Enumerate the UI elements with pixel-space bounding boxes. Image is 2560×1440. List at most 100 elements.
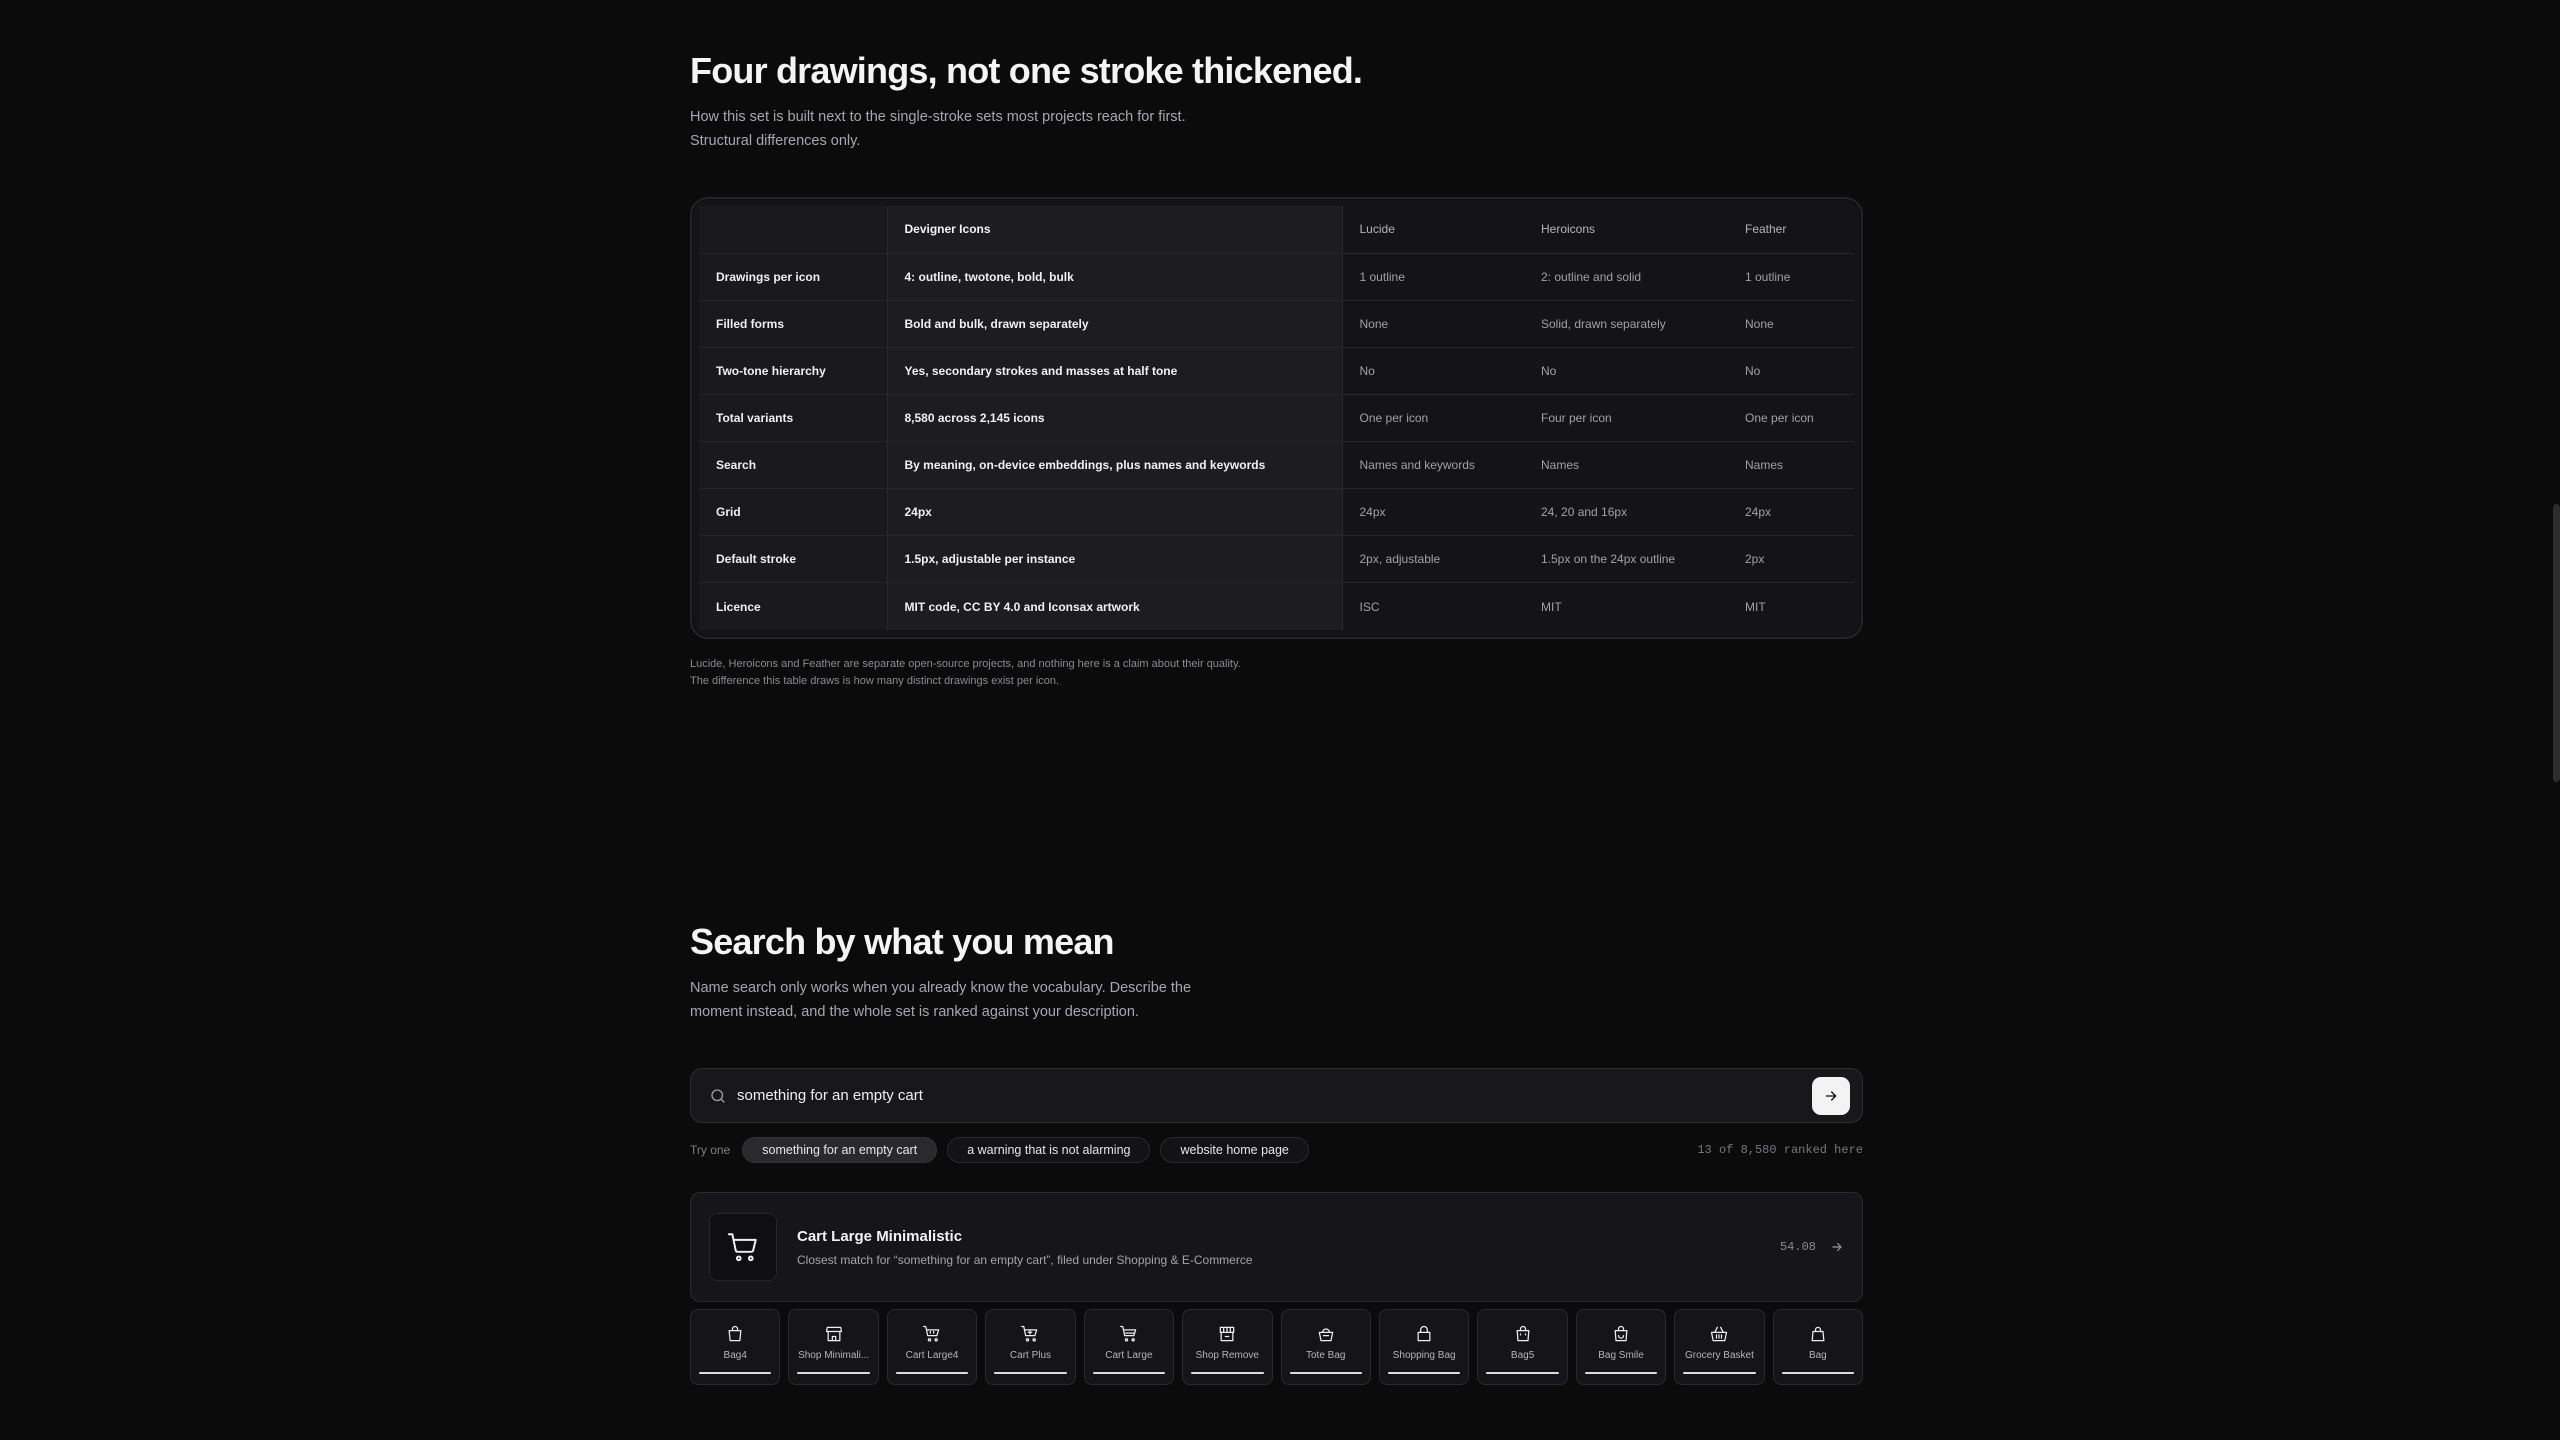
compare-lede-line-2: Structural differences only. — [690, 133, 861, 149]
compare-lede-line-1: How this set is built next to the single… — [690, 109, 1186, 125]
tile-label: Grocery Basket — [1684, 1350, 1754, 1361]
cell-devigner: Bold and bulk, drawn separately — [887, 299, 1343, 348]
result-tile-bag4[interactable]: Bag4 — [690, 1309, 781, 1385]
suggestion-chip-empty-cart[interactable]: something for an empty cart — [742, 1137, 938, 1163]
bag-icon — [728, 1325, 742, 1342]
compare-title: Four drawings, not one stroke thickened. — [690, 50, 1363, 91]
tile-underline — [1584, 1372, 1658, 1374]
tile-underline — [1387, 1372, 1461, 1374]
arrow-right-icon — [1825, 1090, 1837, 1101]
tile-underline — [895, 1372, 969, 1374]
tile-label: Shop Minimali... — [798, 1350, 870, 1361]
result-tile-shop-minimalistic[interactable]: Shop Minimali... — [788, 1309, 879, 1385]
cell-devigner: 8,580 across 2,145 icons — [887, 393, 1343, 442]
cell-lucide: None — [1342, 299, 1524, 348]
shop-icon — [825, 1326, 842, 1342]
cell-devigner: 4: outline, twotone, bold, bulk — [887, 252, 1343, 301]
cell-heroicons: 1.5px on the 24px outline — [1524, 535, 1728, 583]
table-row: Filled forms Bold and bulk, drawn separa… — [699, 299, 1854, 348]
cell-feather: No — [1728, 346, 1854, 395]
cell-feather: 2px — [1728, 535, 1854, 583]
tile-underline — [1092, 1372, 1166, 1374]
cell-lucide: 2px, adjustable — [1342, 535, 1524, 583]
table-header-row: Devigner Icons Lucide Heroicons Feather — [699, 206, 1854, 254]
tile-label: Cart Plus — [1009, 1350, 1052, 1361]
shop-remove-icon — [1220, 1326, 1235, 1342]
tile-underline — [797, 1372, 870, 1374]
tile-label: Cart Large — [1105, 1350, 1153, 1361]
result-tile-shopping-bag[interactable]: Shopping Bag — [1378, 1309, 1470, 1385]
tile-label: Bag — [1808, 1350, 1827, 1361]
tile-label: Tote Bag — [1306, 1350, 1346, 1361]
cell-heroicons: MIT — [1524, 582, 1728, 630]
bag-icon — [1516, 1325, 1530, 1342]
tile-underline — [699, 1372, 772, 1374]
result-tile-bag5[interactable]: Bag5 — [1477, 1309, 1568, 1385]
shopping-bag-icon — [1417, 1325, 1431, 1342]
result-tile-tote-bag[interactable]: Tote Bag — [1280, 1309, 1371, 1385]
try-label: Try one — [690, 1143, 731, 1157]
comparison-table: Devigner Icons Lucide Heroicons Feather … — [699, 206, 1854, 630]
search-input[interactable] — [737, 1087, 1812, 1104]
cell-devigner: By meaning, on-device embeddings, plus n… — [887, 441, 1343, 489]
table-header-empty — [699, 206, 888, 254]
result-tile-bag-smile[interactable]: Bag Smile — [1575, 1309, 1667, 1385]
tile-label: Shopping Bag — [1392, 1350, 1456, 1361]
result-text: Cart Large Minimalistic Closest match fo… — [797, 1228, 1780, 1267]
table-row: Grid 24px 24px 24, 20 and 16px 24px — [699, 488, 1854, 536]
tile-label: Bag5 — [1510, 1350, 1535, 1361]
tile-label: Bag4 — [723, 1350, 747, 1361]
tote-bag-icon — [1318, 1328, 1334, 1342]
suggestion-chip-warning[interactable]: a warning that is not alarming — [947, 1137, 1151, 1163]
result-thumb — [709, 1213, 777, 1281]
row-label: Filled forms — [699, 299, 888, 348]
result-tile-cart-plus[interactable]: Cart Plus — [985, 1309, 1076, 1385]
compare-footnote: Lucide, Heroicons and Feather are separa… — [690, 656, 1241, 690]
cell-devigner: Yes, secondary strokes and masses at hal… — [887, 346, 1343, 395]
row-label: Search — [699, 441, 888, 489]
cell-lucide: One per icon — [1342, 393, 1524, 442]
arrow-right-icon[interactable] — [1830, 1240, 1844, 1254]
result-tile-cart-large[interactable]: Cart Large — [1083, 1309, 1175, 1385]
cell-lucide: No — [1342, 346, 1524, 395]
cell-heroicons: No — [1524, 346, 1728, 395]
page-scrollbar[interactable] — [2553, 504, 2560, 782]
bag-icon — [1811, 1326, 1825, 1342]
search-icon — [711, 1088, 725, 1103]
cell-devigner: 1.5px, adjustable per instance — [887, 535, 1343, 583]
search-lede-line-1: Name search only works when you already … — [690, 980, 1192, 996]
suggestion-chip-home-page[interactable]: website home page — [1160, 1137, 1309, 1163]
search-title: Search by what you mean — [690, 921, 1115, 962]
cell-heroicons: 24, 20 and 16px — [1524, 488, 1728, 536]
semantic-search-box[interactable] — [690, 1068, 1863, 1123]
row-label: Drawings per icon — [699, 252, 888, 301]
cell-feather: Names — [1728, 441, 1854, 489]
result-tile-cart-large4[interactable]: Cart Large4 — [886, 1309, 978, 1385]
tile-underline — [994, 1372, 1067, 1374]
result-tile-shop-remove[interactable]: Shop Remove — [1182, 1309, 1273, 1385]
table-row: Total variants 8,580 across 2,145 icons … — [699, 393, 1854, 442]
row-label: Licence — [699, 582, 888, 630]
result-title: Cart Large Minimalistic — [797, 1227, 963, 1245]
table-row: Licence MIT code, CC BY 4.0 and Iconsax … — [699, 582, 1854, 630]
tile-underline — [1486, 1372, 1559, 1374]
table-header-heroicons: Heroicons — [1541, 222, 1596, 237]
footnote-line-2: The difference this table draws is how m… — [690, 675, 1060, 687]
cart-icon — [1119, 1325, 1137, 1342]
cart-icon — [727, 1233, 757, 1262]
tile-underline — [1683, 1372, 1756, 1374]
tile-label: Bag Smile — [1598, 1350, 1644, 1361]
row-label: Default stroke — [699, 535, 888, 583]
top-result-card[interactable]: Cart Large Minimalistic Closest match fo… — [690, 1192, 1863, 1302]
result-score: 54.08 — [1779, 1240, 1816, 1254]
cell-heroicons: 2: outline and solid — [1524, 252, 1728, 301]
result-tile-grocery-basket[interactable]: Grocery Basket — [1674, 1309, 1765, 1385]
cart-plus-icon — [1021, 1325, 1038, 1342]
cell-heroicons: Solid, drawn separately — [1524, 299, 1728, 348]
search-submit-button[interactable] — [1812, 1076, 1850, 1115]
row-label: Grid — [699, 488, 888, 536]
table-row: Search By meaning, on-device embeddings,… — [699, 441, 1854, 489]
result-tile-bag[interactable]: Bag — [1772, 1309, 1864, 1385]
tile-underline — [1781, 1372, 1855, 1374]
page: Four drawings, not one stroke thickened.… — [0, 0, 2560, 1440]
